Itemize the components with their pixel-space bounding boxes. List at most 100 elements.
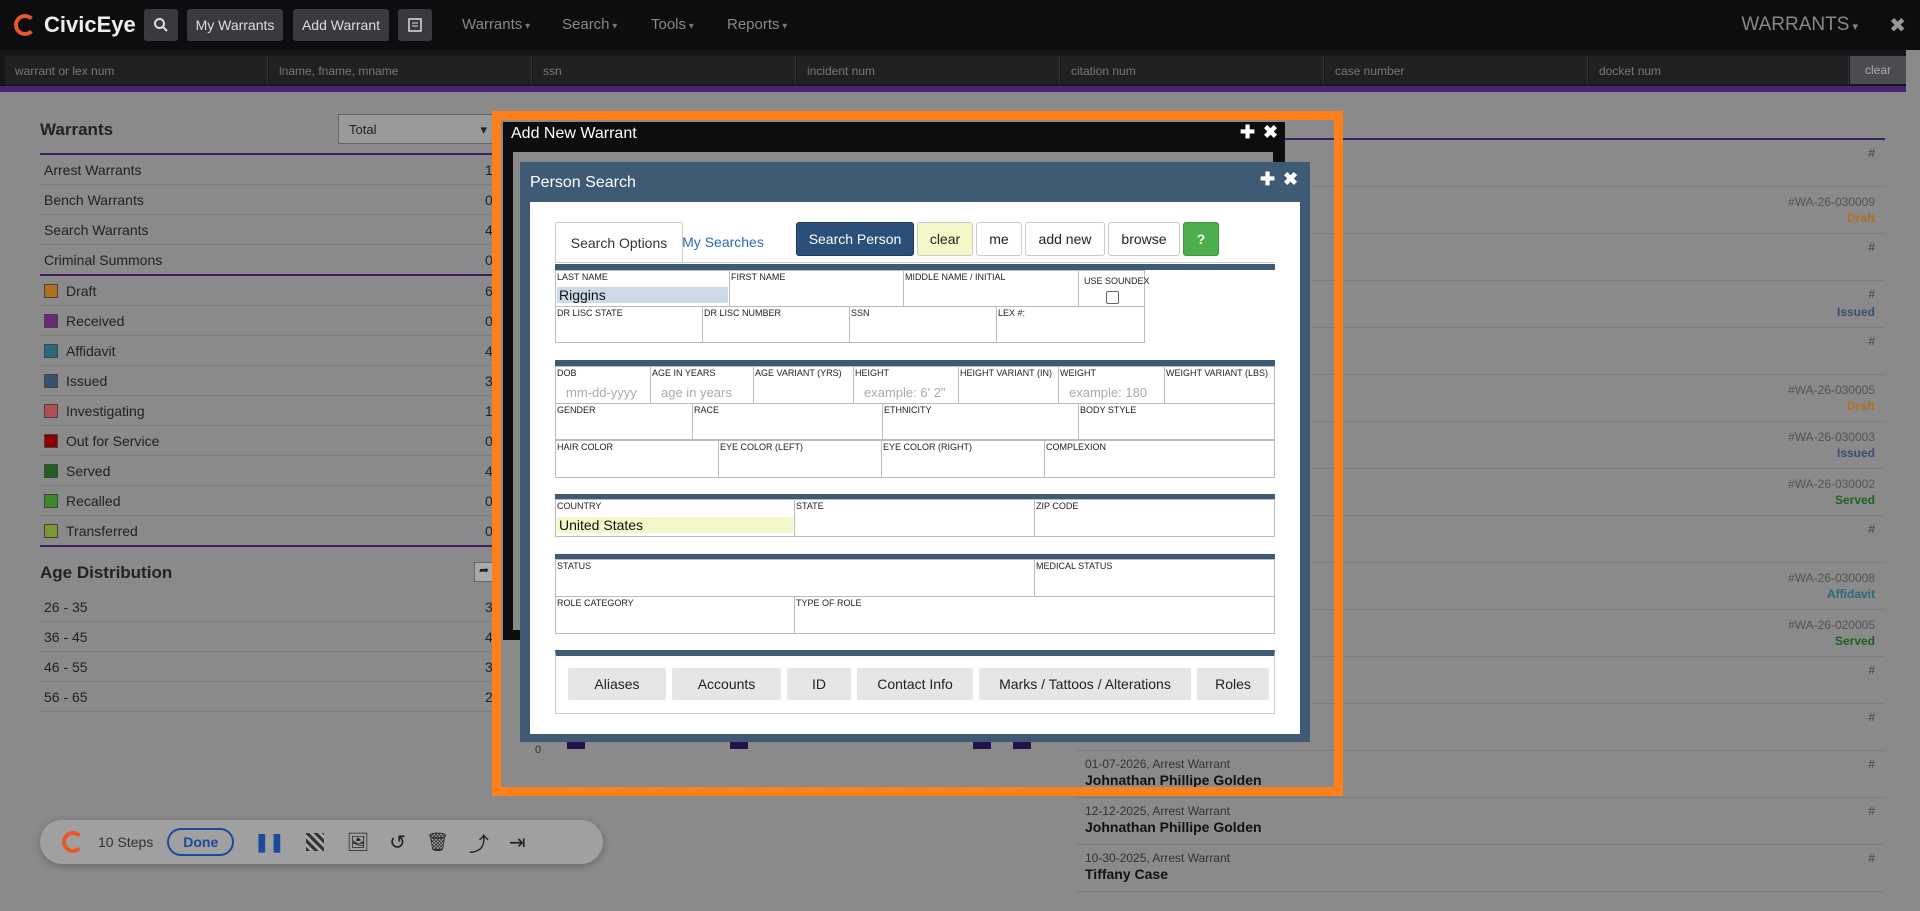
dob-field[interactable]: DOB mm-dd-yyyy — [555, 366, 651, 404]
share-icon[interactable]: ➦ — [474, 562, 494, 582]
image-icon[interactable]: 🖼 — [346, 832, 369, 853]
close-icon[interactable]: ✖ — [1283, 169, 1298, 190]
warrant-status-row[interactable]: Recalled 0 — [40, 486, 495, 516]
age-variant-field[interactable]: Age Variant (YRS) — [753, 366, 854, 404]
warrant-type-row[interactable]: Arrest Warrants 13 — [40, 155, 501, 185]
warrant-status-row[interactable]: Transferred 0 — [40, 516, 495, 546]
tab-search-options[interactable]: Search Options — [555, 222, 683, 262]
age-row[interactable]: 46 - 55 3 — [40, 652, 495, 682]
last-name-field[interactable]: Last Name Riggins — [555, 270, 730, 307]
warrant-status-row[interactable]: Affidavit 4 — [40, 336, 495, 366]
me-button[interactable]: me — [976, 222, 1022, 256]
upload-icon[interactable]: ⤴ — [469, 828, 489, 857]
close-icon[interactable]: ✖ — [1263, 122, 1278, 143]
total-select[interactable]: Total ▾ — [338, 114, 498, 144]
age-row[interactable]: 56 - 65 2 — [40, 682, 495, 712]
contact-info-button[interactable]: Contact Info — [857, 668, 973, 700]
warrant-row[interactable]: #10-30-2025, Arrest Warrant Tiffany Case — [1075, 845, 1885, 892]
type-of-role-field[interactable]: Type of Role — [794, 596, 1275, 634]
eye-left-field[interactable]: Eye Color (Left) — [718, 440, 882, 478]
warrant-status-row[interactable]: Draft 6 — [40, 276, 495, 306]
eye-right-field[interactable]: Eye Color (Right) — [881, 440, 1045, 478]
pause-icon[interactable]: ❚❚ — [254, 832, 284, 853]
mode-title[interactable]: WARRANTS — [1741, 14, 1858, 36]
warrant-status-row[interactable]: Issued 3 — [40, 366, 495, 396]
ssn-input[interactable]: ssn — [533, 56, 796, 84]
undo-icon[interactable]: ↺ — [389, 830, 406, 855]
maximize-icon[interactable]: ✚ — [1240, 122, 1255, 143]
country-field[interactable]: Country United States — [555, 499, 795, 537]
done-button[interactable]: Done — [167, 828, 235, 856]
exit-icon[interactable]: ⇥ — [509, 830, 526, 855]
middle-name-field[interactable]: Middle Name / Initial — [903, 270, 1079, 307]
warrant-status-row[interactable]: Served 4 — [40, 456, 495, 486]
search-clear-button[interactable]: clear — [1850, 56, 1906, 84]
status-field[interactable]: Status — [555, 559, 1035, 597]
case-number-input[interactable]: case number — [1325, 56, 1588, 84]
dl-number-field[interactable]: DR Lisc Number — [702, 306, 850, 343]
hair-color-field[interactable]: Hair Color — [555, 440, 719, 478]
nav-reports[interactable]: Reports — [727, 16, 787, 33]
warrant-type-row[interactable]: Bench Warrants 0 — [40, 185, 495, 215]
last-name-value: Riggins — [557, 287, 728, 303]
weight-variant-field[interactable]: Weight Variant (LBS) — [1164, 366, 1275, 404]
medical-status-field[interactable]: Medical Status — [1034, 559, 1275, 597]
first-name-field[interactable]: First Name — [729, 270, 904, 307]
role-category-field[interactable]: Role Category — [555, 596, 795, 634]
ethnicity-field[interactable]: Ethnicity — [882, 403, 1079, 440]
search-icon[interactable] — [144, 9, 178, 41]
add-new-button[interactable]: add new — [1025, 222, 1105, 256]
tab-my-searches[interactable]: My Searches — [668, 222, 778, 262]
height-variant-field[interactable]: Height Variant (IN) — [958, 366, 1059, 404]
ssn-label: SSN — [851, 308, 870, 318]
warrant-status-row[interactable]: Received 0 — [40, 306, 495, 336]
marks-tattoos-button[interactable]: Marks / Tattoos / Alterations — [979, 668, 1191, 700]
state-field[interactable]: State — [794, 499, 1035, 537]
warrant-status-row[interactable]: Out for Service 0 — [40, 426, 495, 456]
add-warrant-button[interactable]: Add Warrant — [293, 9, 389, 41]
dl-state-field[interactable]: DR Lisc State — [555, 306, 703, 343]
race-field[interactable]: Race — [692, 403, 883, 440]
help-button[interactable]: ? — [1183, 222, 1219, 256]
age-field[interactable]: Age in Years age in years — [650, 366, 754, 404]
app-logo[interactable]: CivicEye — [14, 12, 136, 38]
warrant-row[interactable]: #12-12-2025, Arrest Warrant Johnathan Phi… — [1075, 798, 1885, 845]
ssn-field[interactable]: SSN — [849, 306, 997, 343]
age-row[interactable]: 26 - 35 3 — [40, 592, 495, 622]
accounts-button[interactable]: Accounts — [672, 668, 781, 700]
list-icon[interactable] — [398, 9, 432, 41]
weight-field[interactable]: Weight example: 180 — [1058, 366, 1165, 404]
clear-button[interactable]: clear — [917, 222, 973, 256]
nav-warrants[interactable]: Warrants — [462, 16, 530, 33]
docket-num-input[interactable]: docket num — [1589, 56, 1849, 84]
zip-code-field[interactable]: Zip Code — [1034, 499, 1275, 537]
complexion-field[interactable]: Complexion — [1044, 440, 1275, 478]
age-row[interactable]: 36 - 45 4 — [40, 622, 495, 652]
row-label: Affidavit — [66, 342, 116, 359]
warrant-status-row[interactable]: Investigating 1 — [40, 396, 495, 426]
roles-button[interactable]: Roles — [1197, 668, 1269, 700]
maximize-icon[interactable]: ✚ — [1260, 169, 1275, 190]
incident-num-input[interactable]: incident num — [797, 56, 1060, 84]
aliases-button[interactable]: Aliases — [568, 668, 666, 700]
my-warrants-button[interactable]: My Warrants — [187, 9, 283, 41]
height-field[interactable]: Height example: 6' 2" — [853, 366, 959, 404]
warrant-num-input[interactable]: warrant or lex num — [5, 56, 268, 84]
close-icon[interactable]: ✖ — [1889, 13, 1906, 38]
nav-search[interactable]: Search — [562, 16, 617, 33]
search-person-button[interactable]: Search Person — [796, 222, 914, 256]
warrant-type-row[interactable]: Search Warrants 4 — [40, 215, 495, 245]
warrant-type-row[interactable]: Criminal Summons 0 — [40, 245, 495, 275]
citation-num-input[interactable]: citation num — [1061, 56, 1324, 84]
soundex-checkbox[interactable] — [1106, 291, 1119, 304]
name-input[interactable]: lname, fname, mname — [269, 56, 532, 84]
row-label: 56 - 65 — [44, 688, 88, 705]
nav-tools[interactable]: Tools — [651, 16, 694, 33]
gender-field[interactable]: Gender — [555, 403, 693, 440]
body-style-field[interactable]: Body Style — [1078, 403, 1275, 440]
id-button[interactable]: ID — [787, 668, 851, 700]
browse-button[interactable]: browse — [1108, 222, 1180, 256]
trash-icon[interactable]: 🗑 — [426, 832, 449, 853]
lex-field[interactable]: Lex #: — [996, 306, 1145, 343]
blur-icon[interactable] — [306, 833, 325, 851]
